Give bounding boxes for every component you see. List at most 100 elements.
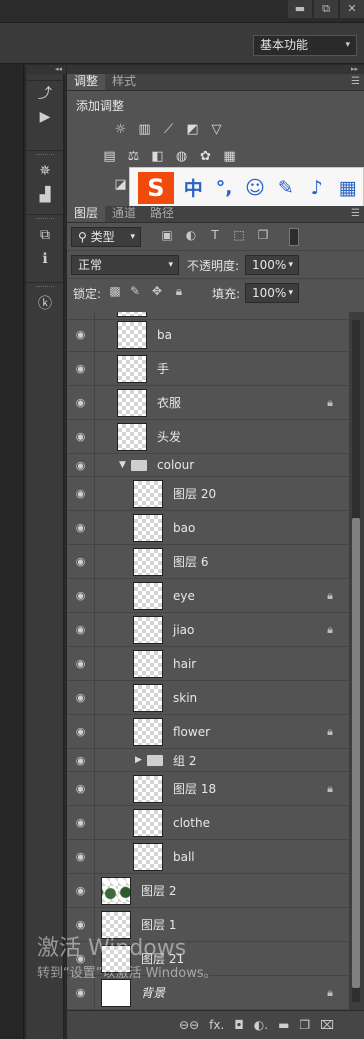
folder-icon[interactable]: ▬: [278, 1018, 289, 1032]
layer-row[interactable]: ◉ 图层 20: [67, 477, 349, 511]
panel-menu-icon[interactable]: ☰: [351, 76, 360, 87]
link-icon[interactable]: ⊖⊖: [179, 1018, 199, 1032]
sogou-logo-icon[interactable]: S: [138, 171, 174, 204]
channel-mixer-icon[interactable]: ✿: [196, 147, 215, 166]
brightness-icon[interactable]: ☼: [111, 120, 130, 139]
new-layer-icon[interactable]: ❐: [299, 1018, 310, 1032]
visibility-eye-icon[interactable]: ◉: [67, 386, 95, 419]
layer-name[interactable]: jiao: [173, 613, 194, 646]
layer-row[interactable]: ◉ 图层 18 🔒︎: [67, 772, 349, 806]
layer-row[interactable]: ◉ ball: [67, 840, 349, 874]
visibility-eye-icon[interactable]: ◉: [67, 511, 95, 544]
lock-pixels-icon[interactable]: ✎: [127, 284, 143, 298]
filter-shape-icon[interactable]: ⬚: [231, 228, 247, 242]
layer-name[interactable]: clothe: [173, 806, 210, 839]
visibility-eye-icon[interactable]: ◉: [67, 681, 95, 714]
visibility-eye-icon[interactable]: ◉: [67, 772, 95, 805]
layer-row[interactable]: ◉ clothe: [67, 806, 349, 840]
layer-name[interactable]: 组 2: [173, 749, 196, 771]
layer-name[interactable]: ba: [157, 318, 172, 351]
workspace-select[interactable]: 基本功能 ▾: [253, 35, 357, 56]
ime-voice-icon[interactable]: ♪: [301, 177, 332, 199]
scales-icon[interactable]: ⚖: [124, 147, 143, 166]
layer-name[interactable]: 衣服: [157, 386, 181, 419]
histogram-icon[interactable]: ▟: [26, 183, 64, 207]
trash-icon[interactable]: ⌧: [320, 1018, 334, 1032]
close-button[interactable]: ✕: [340, 0, 364, 18]
adjustment-icon[interactable]: ◐.: [254, 1018, 268, 1032]
navigator-icon[interactable]: ✵: [26, 159, 64, 183]
filter-adjustment-icon[interactable]: ◐: [183, 228, 199, 242]
mask-icon[interactable]: ◘: [234, 1018, 244, 1032]
layer-name[interactable]: 图层 6: [173, 545, 208, 578]
visibility-eye-icon[interactable]: ◉: [67, 477, 95, 510]
visibility-eye-icon[interactable]: ◉: [67, 647, 95, 680]
filter-smart-icon[interactable]: ❐: [255, 228, 271, 242]
layer-row[interactable]: ◉ eye 🔒︎: [67, 579, 349, 613]
kuler-icon[interactable]: ⓚ: [26, 291, 64, 315]
opacity-input[interactable]: 100% ▾: [245, 255, 299, 275]
layer-row[interactable]: ◉ bao: [67, 511, 349, 545]
layer-row[interactable]: ◉ ba: [67, 318, 349, 352]
fx-icon[interactable]: fx.: [209, 1018, 224, 1032]
layer-row[interactable]: ◉ 图层 2: [67, 874, 349, 908]
tab-channels[interactable]: 通道: [105, 206, 143, 222]
visibility-eye-icon[interactable]: ◉: [67, 579, 95, 612]
info-icon[interactable]: ℹ: [26, 247, 64, 271]
black-white-icon[interactable]: ◧: [148, 147, 167, 166]
layer-name[interactable]: 图层 18: [173, 772, 216, 805]
lock-transparency-icon[interactable]: ▩: [107, 284, 123, 298]
layer-group-row[interactable]: ◉ ▼ colour: [67, 454, 349, 477]
lock-all-icon[interactable]: 🔒︎: [171, 284, 187, 299]
layer-row[interactable]: ◉ 图层 6: [67, 545, 349, 579]
layer-row[interactable]: ◉ jiao 🔒︎: [67, 613, 349, 647]
vibrance-icon[interactable]: ▽: [207, 120, 226, 139]
layers-scrollbar[interactable]: [349, 312, 364, 1010]
layer-row[interactable]: ◉ flower 🔒︎: [67, 715, 349, 749]
layer-name[interactable]: flower: [173, 715, 210, 748]
visibility-eye-icon[interactable]: ◉: [67, 613, 95, 646]
visibility-eye-icon[interactable]: ◉: [67, 749, 95, 771]
invert-icon[interactable]: ◪: [111, 175, 130, 194]
filter-type-icon[interactable]: T: [207, 228, 223, 242]
actions-play-icon[interactable]: ▶: [26, 105, 64, 129]
layer-name[interactable]: bao: [173, 511, 195, 544]
visibility-eye-icon[interactable]: ◉: [67, 352, 95, 385]
history-icon[interactable]: ⤴: [26, 81, 64, 105]
color-balance-icon[interactable]: ▤: [100, 147, 119, 166]
layer-name[interactable]: hair: [173, 647, 196, 680]
layer-row[interactable]: ◉ 手: [67, 352, 349, 386]
layer-row[interactable]: ◉ 头发: [67, 420, 349, 454]
ime-handwrite-icon[interactable]: ✎: [270, 177, 301, 199]
filter-toggle[interactable]: [289, 228, 299, 246]
levels-icon[interactable]: ▥: [135, 120, 154, 139]
layer-name[interactable]: ball: [173, 840, 195, 873]
restore-button[interactable]: ⧉: [314, 0, 338, 18]
document-canvas[interactable]: [0, 65, 24, 1039]
visibility-eye-icon[interactable]: ◉: [67, 454, 95, 476]
blend-mode-select[interactable]: 正常 ▾: [71, 255, 179, 275]
photo-filter-icon[interactable]: ◍: [172, 147, 191, 166]
ime-punctuation[interactable]: °,: [209, 177, 240, 199]
layer-name[interactable]: 图层 2: [141, 874, 176, 907]
fill-input[interactable]: 100% ▾: [245, 283, 299, 303]
layer-name[interactable]: 手: [157, 352, 169, 385]
visibility-eye-icon[interactable]: ◉: [67, 806, 95, 839]
visibility-eye-icon[interactable]: ◉: [67, 874, 95, 907]
layer-name[interactable]: 图层 20: [173, 477, 216, 510]
layer-name[interactable]: colour: [157, 454, 194, 476]
tab-styles[interactable]: 样式: [105, 74, 143, 90]
chevron-right-icon[interactable]: ▶: [135, 749, 142, 771]
layer-row[interactable]: ◉ 背景 🔒︎: [67, 976, 349, 1010]
filter-pixel-icon[interactable]: ▣: [159, 228, 175, 242]
layer-row[interactable]: ◉ skin: [67, 681, 349, 715]
curves-icon[interactable]: ⟋: [159, 120, 178, 139]
tab-adjustments[interactable]: 调整: [67, 74, 106, 90]
color-lookup-icon[interactable]: ▦: [220, 147, 239, 166]
visibility-eye-icon[interactable]: ◉: [67, 318, 95, 351]
visibility-eye-icon[interactable]: ◉: [67, 545, 95, 578]
tab-layers[interactable]: 图层: [67, 206, 106, 222]
visibility-eye-icon[interactable]: ◉: [67, 420, 95, 453]
ime-emoji-icon[interactable]: ☺: [240, 177, 271, 199]
tab-paths[interactable]: 路径: [143, 206, 181, 222]
